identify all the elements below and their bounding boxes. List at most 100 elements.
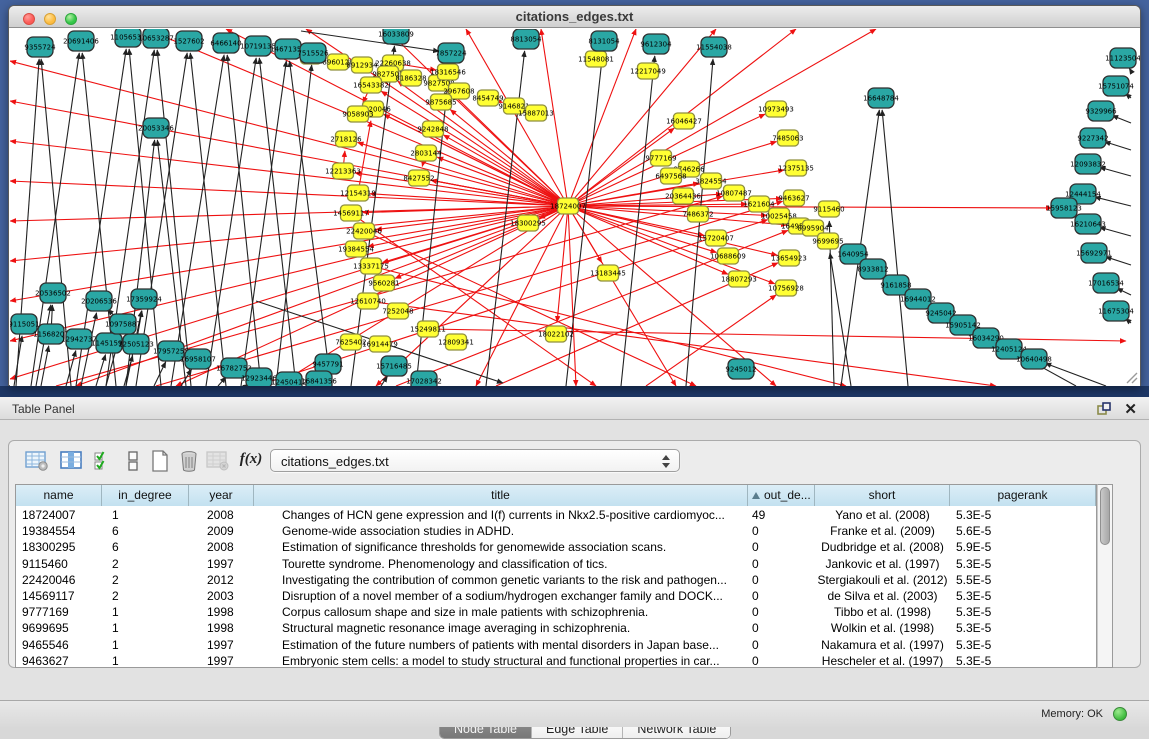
graph-node[interactable]: 16958107: [180, 349, 216, 369]
table-cell[interactable]: 5.3E-5: [956, 637, 1094, 653]
new-table-button[interactable]: [146, 447, 174, 475]
black-edge[interactable]: [206, 58, 256, 386]
table-cell[interactable]: 18724007: [22, 507, 100, 523]
table-row[interactable]: 1872400712008Changes of HCN gene express…: [16, 507, 1096, 523]
column-header-title[interactable]: title: [254, 485, 748, 506]
graph-node[interactable]: 11675304: [1098, 301, 1134, 321]
black-edge[interactable]: [1100, 167, 1131, 176]
table-cell[interactable]: Franke et al. (2009): [815, 523, 950, 539]
float-panel-icon[interactable]: [1097, 402, 1111, 416]
table-cell[interactable]: 0: [752, 620, 813, 636]
graph-node[interactable]: 7486372: [682, 206, 713, 222]
table-cell[interactable]: de Silva et al. (2003): [815, 588, 950, 604]
graph-node[interactable]: 12154319: [340, 185, 376, 201]
table-cell[interactable]: 5.3E-5: [956, 588, 1094, 604]
table-cell[interactable]: 1997: [207, 653, 252, 668]
graph-node[interactable]: 15692971: [1076, 243, 1112, 263]
table-cell[interactable]: 0: [752, 539, 813, 555]
table-cell[interactable]: 2008: [207, 539, 252, 555]
graph-node[interactable]: 7252048: [382, 303, 413, 319]
black-edge[interactable]: [882, 110, 908, 386]
column-header-in_degree[interactable]: in_degree: [102, 485, 189, 506]
table-cell[interactable]: Structural magnetic resonance image aver…: [282, 620, 746, 636]
table-cell[interactable]: 5.3E-5: [956, 604, 1094, 620]
table-row[interactable]: 946362711997Embryonic stem cells: a mode…: [16, 653, 1096, 668]
graph-node[interactable]: 9355724: [24, 37, 56, 57]
graph-node[interactable]: 9777169: [645, 150, 676, 166]
table-cell[interactable]: 2: [112, 556, 187, 572]
graph-node[interactable]: 20536502: [35, 283, 71, 303]
graph-node[interactable]: 10756928: [768, 280, 804, 296]
graph-node[interactable]: 1527602: [173, 31, 204, 51]
table-cell[interactable]: Investigating the contribution of common…: [282, 572, 746, 588]
red-edge[interactable]: [10, 141, 568, 206]
table-cell[interactable]: Estimation of significance thresholds fo…: [282, 539, 746, 555]
graph-node[interactable]: 15958123: [1046, 198, 1082, 218]
table-cell[interactable]: 1997: [207, 637, 252, 653]
table-row[interactable]: 2242004622012Investigating the contribut…: [16, 572, 1096, 588]
column-header-pagerank[interactable]: pagerank: [950, 485, 1096, 506]
table-row[interactable]: 977716911998Corpus callosum shape and si…: [16, 604, 1096, 620]
graph-node[interactable]: 20206536: [81, 291, 117, 311]
table-header-row[interactable]: namein_degreeyeartitleout_de...shortpage…: [16, 485, 1096, 506]
red-edge[interactable]: [428, 329, 1126, 341]
black-edge[interactable]: [190, 53, 226, 386]
scrollbar-thumb[interactable]: [1100, 487, 1110, 545]
table-row[interactable]: 1830029562008Estimation of significance …: [16, 539, 1096, 555]
table-cell[interactable]: Wolkin et al. (1998): [815, 620, 950, 636]
graph-node[interactable]: 15751074: [1098, 76, 1134, 96]
select-columns-button[interactable]: [90, 447, 118, 475]
black-edge[interactable]: [290, 61, 331, 386]
table-cell[interactable]: 2009: [207, 523, 252, 539]
table-cell[interactable]: Corpus callosum shape and size in male p…: [282, 604, 746, 620]
table-cell[interactable]: 2003: [207, 588, 252, 604]
graph-node[interactable]: 7515526: [297, 43, 329, 63]
black-edge[interactable]: [154, 362, 166, 386]
table-cell[interactable]: 9465546: [22, 637, 100, 653]
graph-node[interactable]: 10653287: [138, 29, 174, 48]
graph-node[interactable]: 9329966: [1085, 101, 1117, 121]
graph-node[interactable]: 2718126: [330, 131, 362, 147]
table-cell[interactable]: 1: [112, 620, 187, 636]
graph-node[interactable]: 8427552: [403, 170, 434, 186]
table-cell[interactable]: Tibbo et al. (1998): [815, 604, 950, 620]
black-edge[interactable]: [259, 58, 296, 386]
red-edge[interactable]: [364, 231, 696, 386]
black-edge[interactable]: [1105, 257, 1131, 265]
red-edge[interactable]: [568, 206, 777, 255]
graph-node[interactable]: 9245012: [725, 359, 756, 379]
column-header-out_de[interactable]: out_de...: [748, 485, 815, 506]
show-rows-button[interactable]: [119, 447, 147, 475]
table-cell[interactable]: Estimation of the future numbers of pati…: [282, 637, 746, 653]
table-cell[interactable]: 9115460: [22, 556, 100, 572]
column-header-name[interactable]: name: [16, 485, 102, 506]
black-edge[interactable]: [96, 354, 106, 386]
red-edge[interactable]: [568, 206, 1052, 208]
table-cell[interactable]: 9699695: [22, 620, 100, 636]
column-header-year[interactable]: year: [189, 485, 254, 506]
table-cell[interactable]: Embryonic stem cells: a model to study s…: [282, 653, 746, 668]
graph-node[interactable]: 10640498: [1016, 349, 1052, 369]
graph-node[interactable]: 9463627: [778, 190, 809, 206]
table-selector-combobox[interactable]: citations_edges.txt: [270, 449, 680, 472]
table-cell[interactable]: 5.9E-5: [956, 539, 1094, 555]
graph-node[interactable]: 12505123: [118, 334, 154, 354]
table-cell[interactable]: 49: [752, 507, 813, 523]
graph-node[interactable]: 11123504: [1105, 48, 1140, 68]
table-row[interactable]: 946554611997Estimation of the future num…: [16, 637, 1096, 653]
graph-node[interactable]: 7485063: [772, 130, 803, 146]
table-cell[interactable]: 19384554: [22, 523, 100, 539]
table-cell[interactable]: 0: [752, 637, 813, 653]
resize-grip-icon[interactable]: [1124, 370, 1138, 384]
table-cell[interactable]: 0: [752, 588, 813, 604]
table-cell[interactable]: Stergiakouli et al. (2012): [815, 572, 950, 588]
black-edge[interactable]: [14, 336, 22, 386]
black-edge[interactable]: [124, 356, 133, 386]
table-row[interactable]: 911546021997Tourette syndrome. Phenomeno…: [16, 556, 1096, 572]
graph-node[interactable]: 8813054: [510, 29, 542, 49]
red-edge[interactable]: [450, 110, 568, 206]
black-edge[interactable]: [1112, 115, 1131, 123]
table-cell[interactable]: 5.3E-5: [956, 556, 1094, 572]
graph-node[interactable]: 16210643: [1070, 214, 1106, 234]
table-cell[interactable]: 1998: [207, 620, 252, 636]
